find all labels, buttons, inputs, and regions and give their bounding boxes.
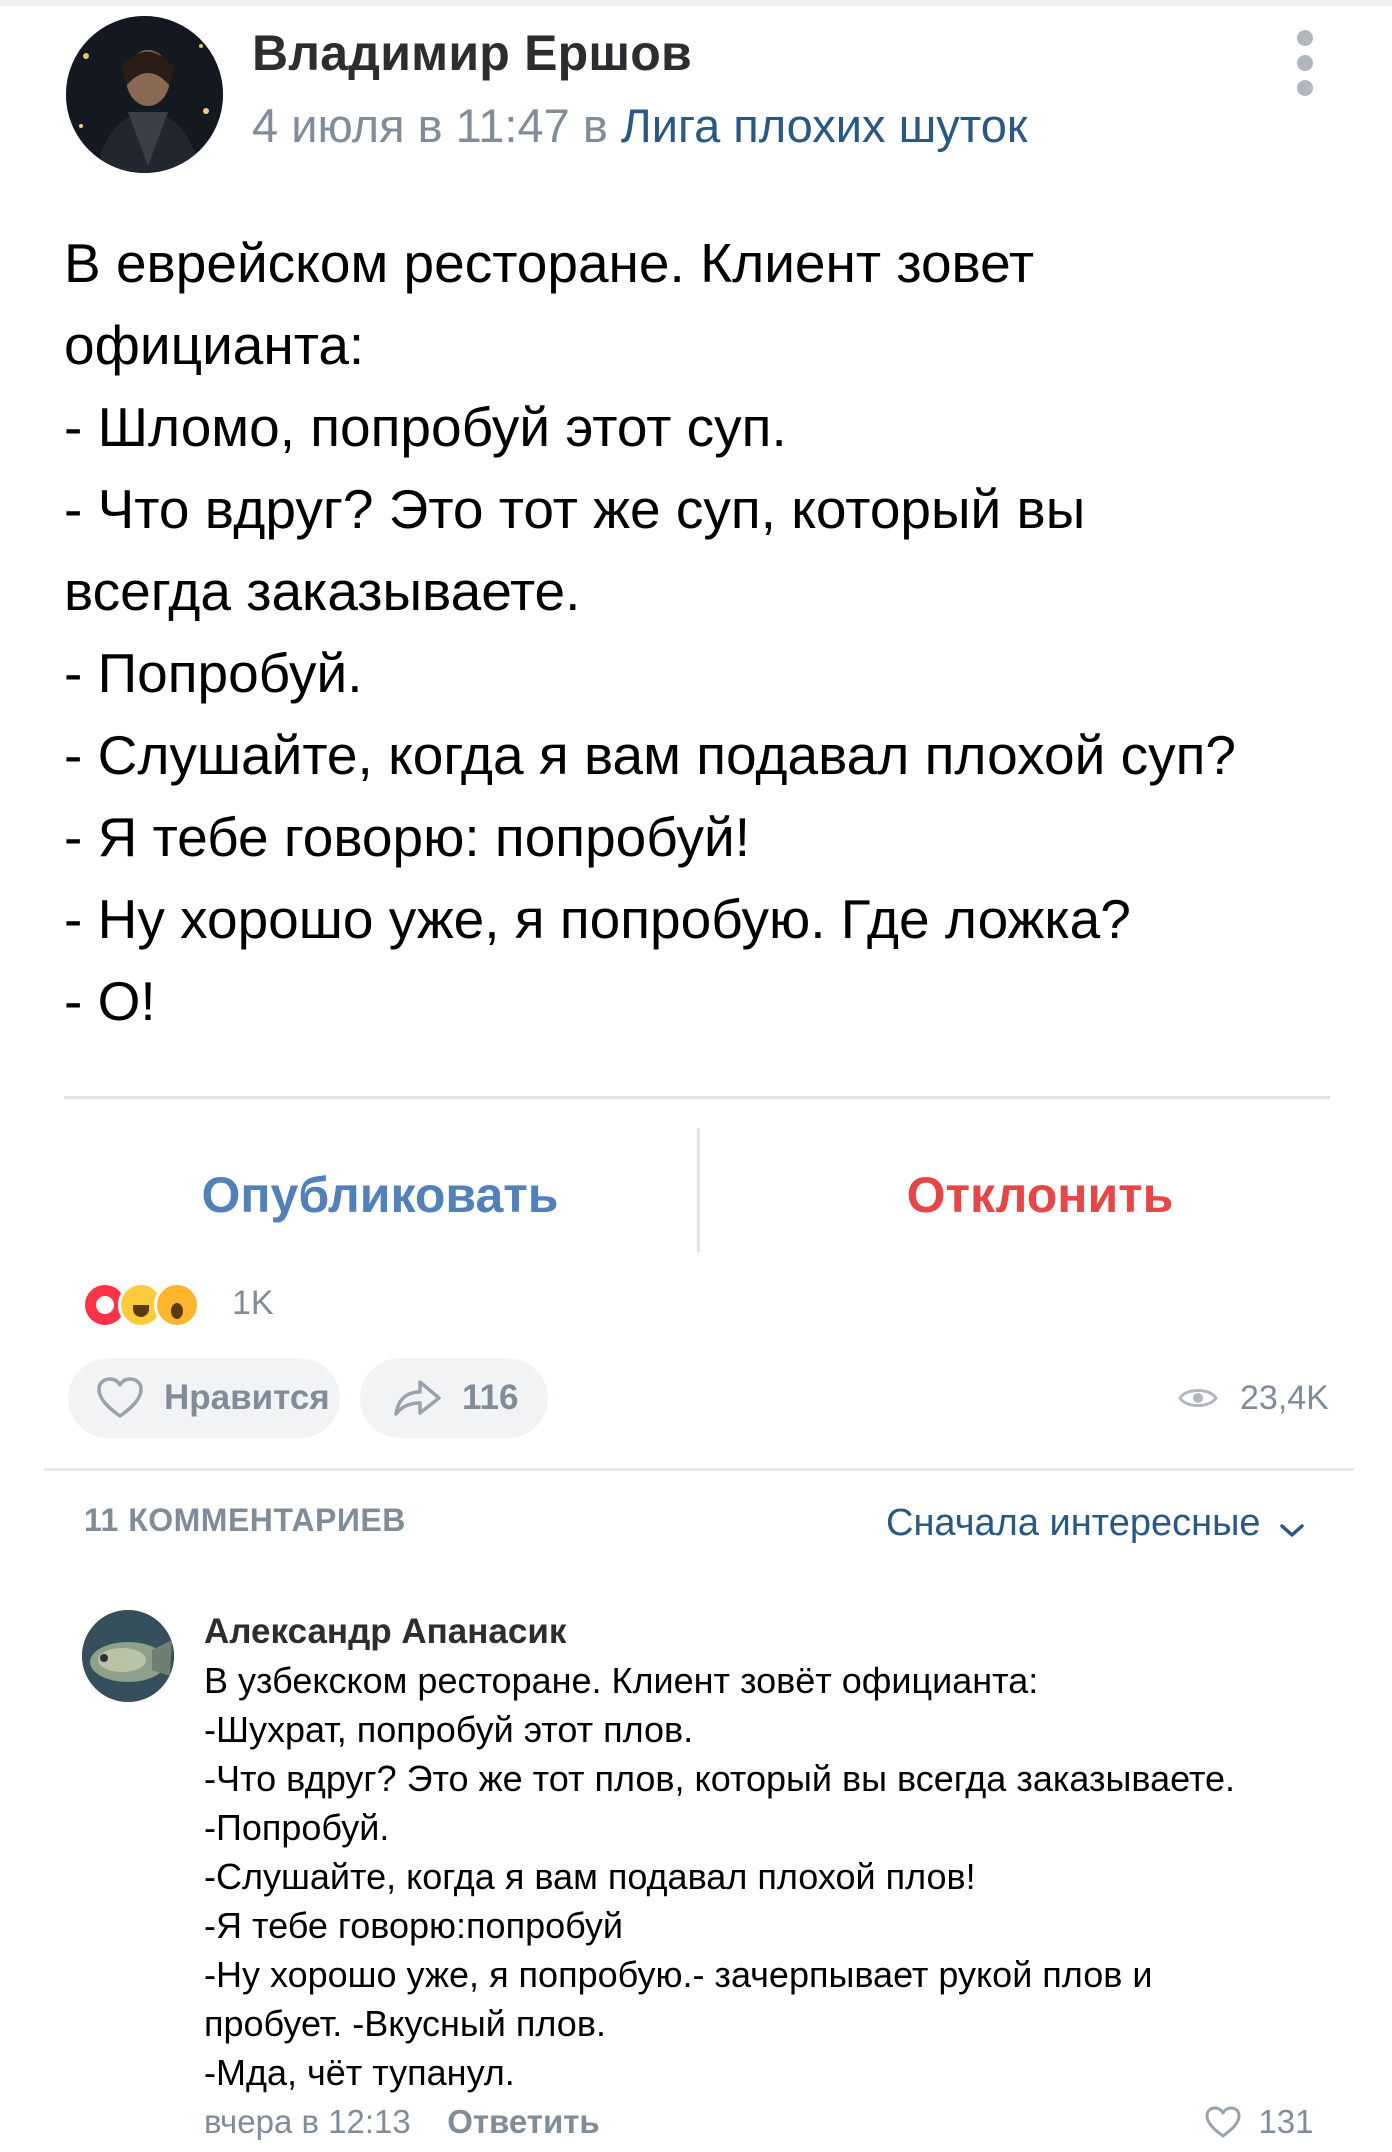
post-page: Владимир Ершов 4 июля в 11:47 в Лига пло… [0, 0, 1392, 2152]
heart-outline-icon [97, 1377, 143, 1418]
post-text-line: - Шломо, попробуй этот суп. [64, 396, 787, 458]
dot-icon [1297, 55, 1313, 71]
comment-text-line: -Попробуй. [204, 1807, 390, 1848]
share-button[interactable]: 116 [360, 1358, 548, 1438]
like-button[interactable]: Нравится [68, 1358, 340, 1438]
comment-text-line: -Слушайте, когда я вам подавал плохой пл… [204, 1856, 976, 1897]
dot-icon [1297, 30, 1313, 46]
share-count: 116 [462, 1378, 519, 1417]
comment-text-line: пробует. -Вкусный плов. [204, 2003, 606, 2044]
heart-outline-icon [1205, 2106, 1241, 2138]
like-label: Нравится [164, 1378, 330, 1417]
post-text-line: - Попробуй. [64, 642, 363, 704]
eye-icon [1178, 1389, 1218, 1407]
comments-count: 11 КОММЕНТАРИЕВ [84, 1502, 406, 1538]
post-text-line: В еврейском ресторане. Клиент зовет [64, 232, 1035, 294]
comment-text-line: -Мда, чёт тупанул. [204, 2052, 515, 2093]
share-arrow-icon [394, 1380, 441, 1416]
post-text: В еврейском ресторане. Клиент зовет офиц… [64, 222, 1344, 1042]
comment-avatar[interactable] [82, 1610, 174, 1702]
dot-icon [1297, 80, 1313, 96]
author-photo [66, 16, 223, 173]
comment-like-count: 131 [1258, 2103, 1314, 2140]
views-count: 23,4K [1240, 1379, 1329, 1417]
post-text-line: - Слушайте, когда я вам подавал плохой с… [64, 724, 1236, 786]
comments-sort-select[interactable]: Сначала интересные [886, 1496, 1305, 1550]
author-name[interactable]: Владимир Ершов [252, 24, 692, 82]
comment-text-line: -Я тебе говорю:попробуй [204, 1905, 624, 1946]
chevron-down-icon [1280, 1524, 1304, 1537]
comment-text-line: В узбекском ресторане. Клиент зовёт офиц… [204, 1660, 1039, 1701]
sort-label: Сначала интересные [886, 1502, 1261, 1544]
reaction-count: 1K [232, 1284, 274, 1322]
comment-text-line: -Шухрат, попробуй этот плов. [204, 1709, 694, 1750]
comment-text-line: -Что вдруг? Это же тот плов, который вы … [204, 1758, 1236, 1799]
comment-like-button[interactable]: 131 [1204, 2100, 1314, 2144]
comment-text-line: -Ну хорошо уже, я попробую.- зачерпывает… [204, 1954, 1153, 1995]
author-avatar[interactable] [66, 16, 223, 173]
comment-footer: вчера в 12:13 Ответить [204, 2100, 600, 2144]
comment-date: вчера в 12:13 [204, 2103, 411, 2140]
comment-author[interactable]: Александр Апанасик [204, 1612, 566, 1652]
post-text-line: официанта: [64, 314, 365, 376]
post-text-line: - Что вдруг? Это тот же суп, который вы [64, 478, 1086, 540]
reject-button[interactable]: Отклонить [760, 1130, 1320, 1260]
publish-button[interactable]: Опубликовать [100, 1130, 660, 1260]
commenter-photo [82, 1610, 174, 1702]
page-top-edge [0, 0, 1392, 6]
more-options-button[interactable] [1290, 30, 1320, 100]
action-divider [697, 1128, 700, 1252]
post-text-line: - Я тебе говорю: попробуй! [64, 806, 751, 868]
post-text-line: всегда заказываете. [64, 560, 581, 622]
post-meta: 4 июля в 11:47 в Лига плохих шуток [252, 98, 1028, 153]
divider [64, 1096, 1330, 1099]
reply-button[interactable]: Ответить [447, 2100, 600, 2144]
divider [44, 1468, 1354, 1471]
post-text-line: - О! [64, 970, 156, 1032]
post-date: 4 июля в 11:47 в [252, 99, 608, 152]
post-text-line: - Ну хорошо уже, я попробую. Где ложка? [64, 888, 1131, 950]
group-link[interactable]: Лига плохих шуток [621, 99, 1028, 152]
wow-reaction-icon [154, 1282, 200, 1328]
comment-text: В узбекском ресторане. Клиент зовёт офиц… [204, 1656, 1354, 2097]
